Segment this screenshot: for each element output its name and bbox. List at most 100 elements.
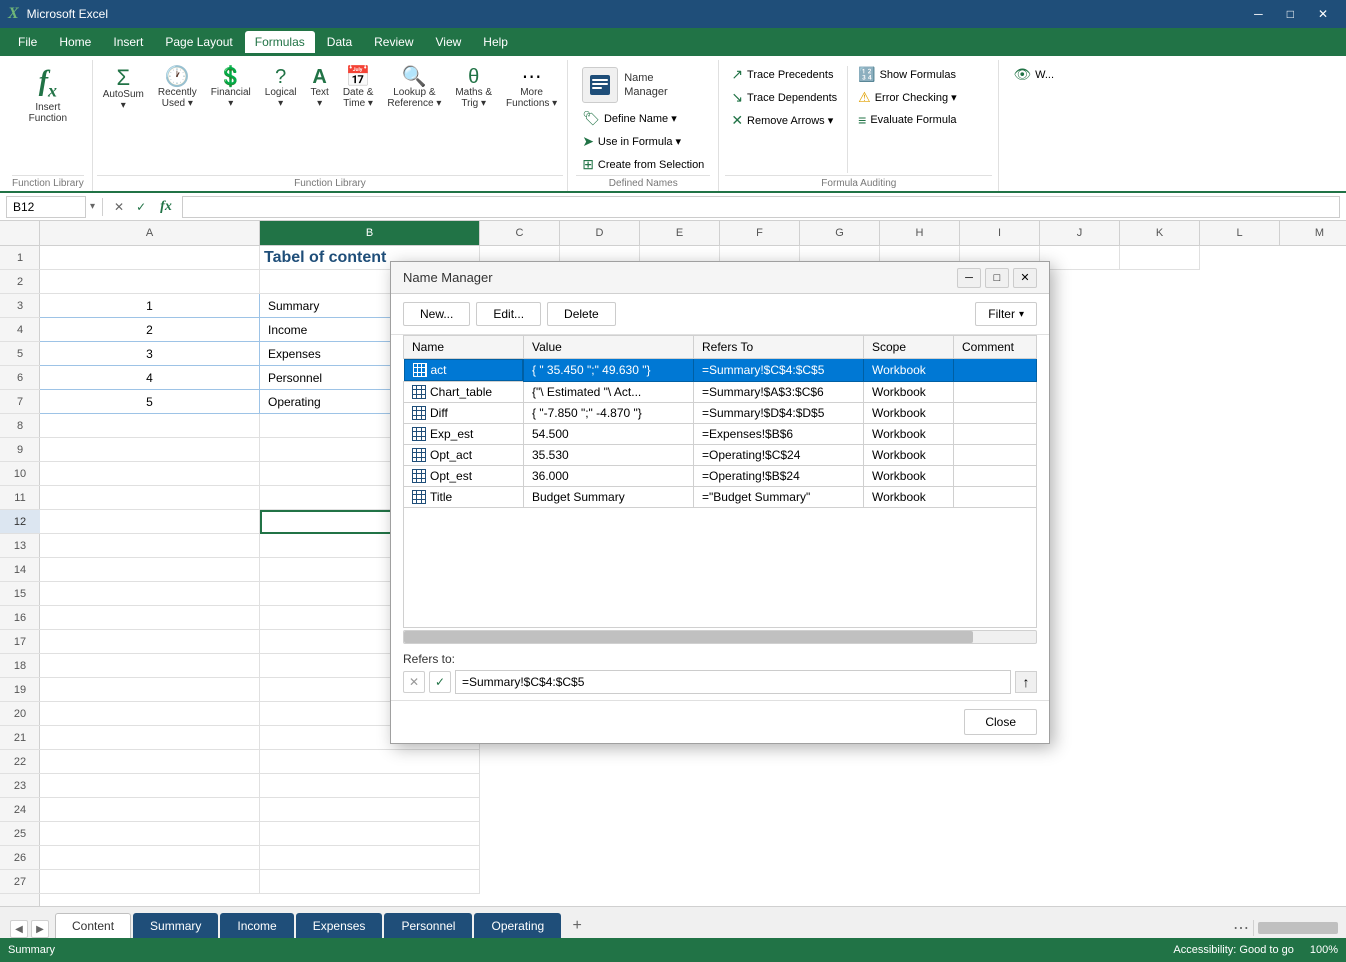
cell-A1[interactable] bbox=[40, 246, 260, 270]
menu-file[interactable]: File bbox=[8, 31, 47, 53]
cell-A6[interactable]: 4 bbox=[40, 366, 260, 390]
cell-A19[interactable] bbox=[40, 678, 260, 702]
menu-page-layout[interactable]: Page Layout bbox=[155, 31, 242, 53]
row-header-24[interactable]: 24 bbox=[0, 798, 40, 822]
create-from-selection-btn[interactable]: ⊞ Create from Selection bbox=[576, 154, 710, 175]
tab-content[interactable]: Content bbox=[55, 913, 131, 938]
table-row-opt-act[interactable]: Opt_act 35.530 =Operating!$C$24 Workbook bbox=[404, 445, 1037, 466]
row-header-12[interactable]: 12 bbox=[0, 510, 40, 534]
table-row-title[interactable]: Title Budget Summary ="Budget Summary" W… bbox=[404, 487, 1037, 508]
tab-prev-btn[interactable]: ◀ bbox=[10, 920, 28, 938]
maximize-btn[interactable]: □ bbox=[1277, 5, 1304, 23]
cell-A12[interactable] bbox=[40, 510, 260, 534]
row-header-7[interactable]: 7 bbox=[0, 390, 40, 414]
col-header-K[interactable]: K bbox=[1120, 221, 1200, 245]
cell-A15[interactable] bbox=[40, 582, 260, 606]
table-row-chart-table[interactable]: Chart_table {"\ Estimated "\ Act... =Sum… bbox=[404, 382, 1037, 403]
maths-trig-btn[interactable]: θ Maths &Trig ▾ bbox=[449, 64, 498, 112]
cell-B27[interactable] bbox=[260, 870, 480, 894]
row-header-1[interactable]: 1 bbox=[0, 246, 40, 270]
refers-to-input[interactable] bbox=[455, 670, 1011, 694]
menu-help[interactable]: Help bbox=[473, 31, 518, 53]
remove-arrows-btn[interactable]: ✕ Remove Arrows ▾ bbox=[725, 110, 843, 131]
row-header-5[interactable]: 5 bbox=[0, 342, 40, 366]
error-checking-btn[interactable]: ⚠ Error Checking ▾ bbox=[852, 87, 963, 108]
cell-B24[interactable] bbox=[260, 798, 480, 822]
cell-A10[interactable] bbox=[40, 462, 260, 486]
col-header-L[interactable]: L bbox=[1200, 221, 1280, 245]
row-header-18[interactable]: 18 bbox=[0, 654, 40, 678]
cell-A3[interactable]: 1 bbox=[40, 294, 260, 318]
text-btn[interactable]: A Text▾ bbox=[304, 64, 334, 112]
cell-B26[interactable] bbox=[260, 846, 480, 870]
row-header-6[interactable]: 6 bbox=[0, 366, 40, 390]
menu-view[interactable]: View bbox=[426, 31, 472, 53]
row-header-19[interactable]: 19 bbox=[0, 678, 40, 702]
row-header-22[interactable]: 22 bbox=[0, 750, 40, 774]
formula-input[interactable] bbox=[182, 196, 1340, 218]
menu-formulas[interactable]: Formulas bbox=[245, 31, 315, 53]
cell-A13[interactable] bbox=[40, 534, 260, 558]
cell-A11[interactable] bbox=[40, 486, 260, 510]
menu-home[interactable]: Home bbox=[49, 31, 101, 53]
refers-to-collapse-btn[interactable]: ↑ bbox=[1015, 671, 1037, 693]
close-btn[interactable]: ✕ bbox=[1308, 5, 1338, 23]
col-header-A[interactable]: A bbox=[40, 221, 260, 245]
show-formulas-btn[interactable]: 🔢 Show Formulas bbox=[852, 64, 963, 85]
evaluate-formula-btn[interactable]: ≡ Evaluate Formula bbox=[852, 110, 963, 130]
row-header-8[interactable]: 8 bbox=[0, 414, 40, 438]
cell-A5[interactable]: 3 bbox=[40, 342, 260, 366]
insert-function-btn[interactable]: fx InsertFunction bbox=[23, 64, 73, 128]
dialog-close-action-btn[interactable]: Close bbox=[964, 709, 1037, 735]
row-header-13[interactable]: 13 bbox=[0, 534, 40, 558]
row-header-9[interactable]: 9 bbox=[0, 438, 40, 462]
delete-btn[interactable]: Delete bbox=[547, 302, 616, 326]
col-header-H[interactable]: H bbox=[880, 221, 960, 245]
row-header-16[interactable]: 16 bbox=[0, 606, 40, 630]
recently-used-btn[interactable]: 🕐 RecentlyUsed ▾ bbox=[152, 64, 203, 112]
refers-to-confirm-btn[interactable]: ✓ bbox=[429, 671, 451, 693]
cell-A25[interactable] bbox=[40, 822, 260, 846]
row-header-2[interactable]: 2 bbox=[0, 270, 40, 294]
scrollbar-horizontal[interactable] bbox=[1258, 922, 1338, 934]
col-header-I[interactable]: I bbox=[960, 221, 1040, 245]
menu-insert[interactable]: Insert bbox=[103, 31, 153, 53]
tab-operating[interactable]: Operating bbox=[474, 913, 561, 938]
col-header-C[interactable]: C bbox=[480, 221, 560, 245]
col-header-J[interactable]: J bbox=[1040, 221, 1120, 245]
col-header-M[interactable]: M bbox=[1280, 221, 1346, 245]
dialog-minimize-btn[interactable]: ─ bbox=[957, 268, 981, 288]
cell-J1[interactable] bbox=[1040, 246, 1120, 270]
name-box[interactable] bbox=[6, 196, 86, 218]
cell-A22[interactable] bbox=[40, 750, 260, 774]
use-in-formula-btn[interactable]: ➤ Use in Formula ▾ bbox=[576, 131, 710, 152]
table-row-exp-est[interactable]: Exp_est 54.500 =Expenses!$B$6 Workbook bbox=[404, 424, 1037, 445]
row-header-14[interactable]: 14 bbox=[0, 558, 40, 582]
row-header-27[interactable]: 27 bbox=[0, 870, 40, 894]
logical-btn[interactable]: ? Logical▾ bbox=[259, 64, 303, 112]
trace-precedents-btn[interactable]: ↗ Trace Precedents bbox=[725, 64, 843, 85]
col-header-G[interactable]: G bbox=[800, 221, 880, 245]
refers-to-cancel-btn[interactable]: ✕ bbox=[403, 671, 425, 693]
tab-personnel[interactable]: Personnel bbox=[384, 913, 472, 938]
row-header-3[interactable]: 3 bbox=[0, 294, 40, 318]
trace-dependents-btn[interactable]: ↘ Trace Dependents bbox=[725, 87, 843, 108]
menu-review[interactable]: Review bbox=[364, 31, 423, 53]
table-row-diff[interactable]: Diff { "-7.850 ";" -4.870 "} =Summary!$D… bbox=[404, 403, 1037, 424]
cell-A24[interactable] bbox=[40, 798, 260, 822]
table-row-act[interactable]: act { " 35.450 ";" 49.630 "} =Summary!$C… bbox=[404, 359, 1037, 382]
row-header-25[interactable]: 25 bbox=[0, 822, 40, 846]
col-header-D[interactable]: D bbox=[560, 221, 640, 245]
dialog-maximize-btn[interactable]: □ bbox=[985, 268, 1009, 288]
cell-K1[interactable] bbox=[1120, 246, 1200, 270]
cell-A20[interactable] bbox=[40, 702, 260, 726]
cell-A2[interactable] bbox=[40, 270, 260, 294]
tab-income[interactable]: Income bbox=[220, 913, 293, 938]
row-header-21[interactable]: 21 bbox=[0, 726, 40, 750]
dialog-close-btn[interactable]: ✕ bbox=[1013, 268, 1037, 288]
row-header-15[interactable]: 15 bbox=[0, 582, 40, 606]
dialog-scrollbar[interactable] bbox=[403, 630, 1037, 644]
cell-A7[interactable]: 5 bbox=[40, 390, 260, 414]
cell-B25[interactable] bbox=[260, 822, 480, 846]
name-box-dropdown-icon[interactable]: ▾ bbox=[90, 201, 95, 212]
